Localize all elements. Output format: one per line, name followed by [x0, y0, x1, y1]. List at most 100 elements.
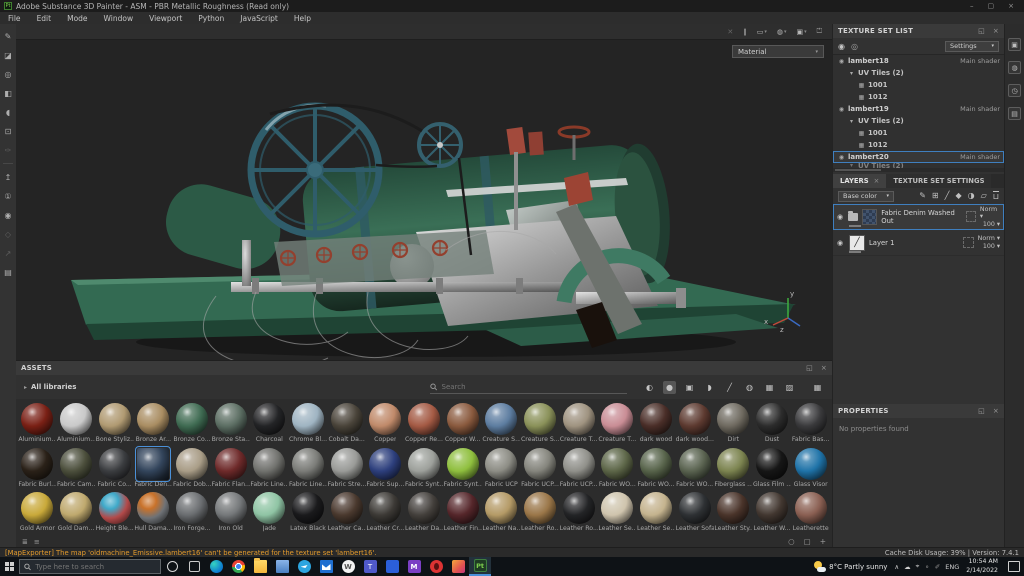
grid-view-icon[interactable]: ▦ [811, 381, 824, 394]
media-folder-taskbar-button[interactable] [271, 557, 293, 576]
properties-panel-icon[interactable]: ▤ [1008, 107, 1021, 120]
material-item[interactable]: Dust [753, 402, 792, 446]
menu-mode[interactable]: Mode [59, 14, 95, 23]
material-item[interactable]: Cobalt Da... [327, 402, 366, 446]
camera-settings-icon[interactable]: ▣▾ [797, 28, 807, 36]
material-item[interactable]: Fabric UCP... [559, 447, 598, 491]
texture-set-row-1012[interactable]: ▦1012 [833, 91, 1004, 103]
shader-sphere-icon[interactable]: ◍▾ [777, 28, 787, 36]
material-item[interactable]: Fabric Den... [134, 447, 173, 491]
add-paint-icon[interactable]: ╱ [945, 191, 950, 201]
texture-set-row-lambert19[interactable]: ◉lambert19Main shader [833, 103, 1004, 115]
material-item[interactable]: Leather Se... [637, 491, 676, 535]
material-item[interactable]: Aluminium... [57, 402, 96, 446]
show-all-eye-icon[interactable]: ◉ [838, 42, 845, 51]
material-item[interactable]: dark wood [637, 402, 676, 446]
assets-search-input[interactable] [442, 383, 627, 391]
material-item[interactable]: Leather Fin... [443, 491, 482, 535]
export-icon[interactable]: ↥ [2, 171, 14, 183]
menu-python[interactable]: Python [190, 14, 232, 23]
material-item[interactable]: Creature T... [559, 402, 598, 446]
texture-set-hscrollbar[interactable] [833, 168, 1004, 172]
undock-icon[interactable]: ◱ [978, 407, 985, 415]
material-item[interactable]: Fabric Stre... [327, 447, 366, 491]
menu-help[interactable]: Help [286, 14, 319, 23]
material-item[interactable]: Leather Cr... [366, 491, 405, 535]
undock-icon[interactable]: ◱ [978, 27, 985, 35]
display-settings-icon[interactable]: ▭▾ [757, 28, 767, 36]
menu-edit[interactable]: Edit [29, 14, 60, 23]
material-item[interactable]: Leather W... [753, 491, 792, 535]
projection-tool-icon[interactable]: ◎ [2, 68, 14, 80]
material-item[interactable]: Fabric Line... [250, 447, 289, 491]
material-item[interactable]: Leather Na... [482, 491, 521, 535]
close-icon[interactable]: × [993, 27, 999, 35]
material-item[interactable]: Fabric Bas... [791, 402, 830, 446]
clone-tool-icon[interactable]: ⊡ [2, 125, 14, 137]
material-item[interactable]: Copper W... [443, 402, 482, 446]
material-item[interactable]: Fabric Sup... [366, 447, 405, 491]
texture-set-row-lambert18[interactable]: ◉lambert18Main shader [833, 55, 1004, 67]
material-item[interactable]: Leather Ro... [559, 491, 598, 535]
material-item[interactable]: dark wood... [675, 402, 714, 446]
symmetry-icon[interactable]: ✕ [727, 28, 733, 36]
tray-chevron-icon[interactable]: ∧ [894, 563, 899, 571]
action-center-icon[interactable] [1008, 561, 1020, 572]
opacity-dropdown[interactable]: 100 ▾ [983, 221, 1000, 228]
filter-textures-icon[interactable]: ▦ [763, 381, 776, 394]
material-item[interactable]: Fabric WO... [675, 447, 714, 491]
maximize-button[interactable]: ▢ [988, 2, 995, 10]
network-icon[interactable]: ⚬ [924, 563, 929, 571]
visibility-eye-icon[interactable]: ◉ [837, 58, 846, 65]
cortana-button[interactable] [161, 557, 183, 576]
add-folder-icon[interactable]: ▱ [981, 191, 987, 201]
material-item[interactable]: Fabric Cam... [57, 447, 96, 491]
material-item[interactable]: Leatherette [791, 491, 830, 535]
minimize-button[interactable]: – [970, 2, 974, 10]
shader-panel-icon[interactable]: ◍ [1008, 61, 1021, 74]
texture-set-settings-dropdown[interactable]: Settings▾ [945, 41, 999, 52]
close-button[interactable]: × [1008, 2, 1014, 10]
filter-smart-masks-icon[interactable]: ▣ [683, 381, 696, 394]
material-item[interactable]: Latex Black [289, 491, 328, 535]
blue-app-taskbar-button[interactable] [381, 557, 403, 576]
microphone-icon[interactable]: ⌖ [916, 562, 920, 571]
material-item[interactable]: Leather Se... [598, 491, 637, 535]
material-item[interactable]: Leather Da... [405, 491, 444, 535]
teams-taskbar-button[interactable]: T [359, 557, 381, 576]
visibility-eye-icon[interactable]: ◉ [837, 213, 844, 221]
polygon-fill-tool-icon[interactable]: ◧ [2, 87, 14, 99]
zoom-in-thumb-icon[interactable]: + [820, 537, 826, 546]
assets-search[interactable] [430, 380, 627, 394]
resize-icon[interactable]: ↗ [2, 247, 14, 259]
material-item[interactable]: Fabric Flan... [211, 447, 250, 491]
blend-mode-dropdown[interactable]: Norm ▾ [980, 206, 1000, 220]
material-mode-icon[interactable]: ① [2, 190, 14, 202]
material-item[interactable]: Bronze Co... [173, 402, 212, 446]
delete-layer-icon[interactable]: ⊔ [993, 191, 999, 201]
visibility-eye-icon[interactable]: ◉ [837, 106, 846, 113]
filter-alphas-icon[interactable]: ◍ [743, 381, 756, 394]
material-item[interactable]: Glass Visor [791, 447, 830, 491]
taskbar-search-input[interactable] [35, 563, 156, 571]
material-item[interactable]: Fabric Co... [95, 447, 134, 491]
material-item[interactable]: Hull Dama... [134, 491, 173, 535]
undock-icon[interactable]: ◱ [806, 364, 813, 372]
timer-icon[interactable]: ◇ [2, 228, 14, 240]
filter-materials-icon[interactable]: ◐ [643, 381, 656, 394]
texture-set-row-1001[interactable]: ▦1001 [833, 79, 1004, 91]
material-item[interactable]: Charcoal [250, 402, 289, 446]
material-item[interactable]: Fabric Line... [289, 447, 328, 491]
filter-brushes-icon[interactable]: ╱ [723, 381, 736, 394]
material-item[interactable]: Copper Re... [405, 402, 444, 446]
filter-smart-materials-icon[interactable]: ● [663, 381, 676, 394]
add-mask-icon[interactable]: ◑ [968, 191, 975, 201]
material-item[interactable]: Creature T... [598, 402, 637, 446]
display-mask-icon[interactable]: ◉ [2, 209, 14, 221]
filter-filters-icon[interactable]: ◗ [703, 381, 716, 394]
camera-icon[interactable]: ⏍ [817, 27, 822, 36]
texture-set-row-1012[interactable]: ▦1012 [833, 139, 1004, 151]
material-item[interactable]: Creature S... [482, 402, 521, 446]
thumb-size-icon[interactable]: ▢ [804, 537, 811, 546]
material-item[interactable]: Jade [250, 491, 289, 535]
